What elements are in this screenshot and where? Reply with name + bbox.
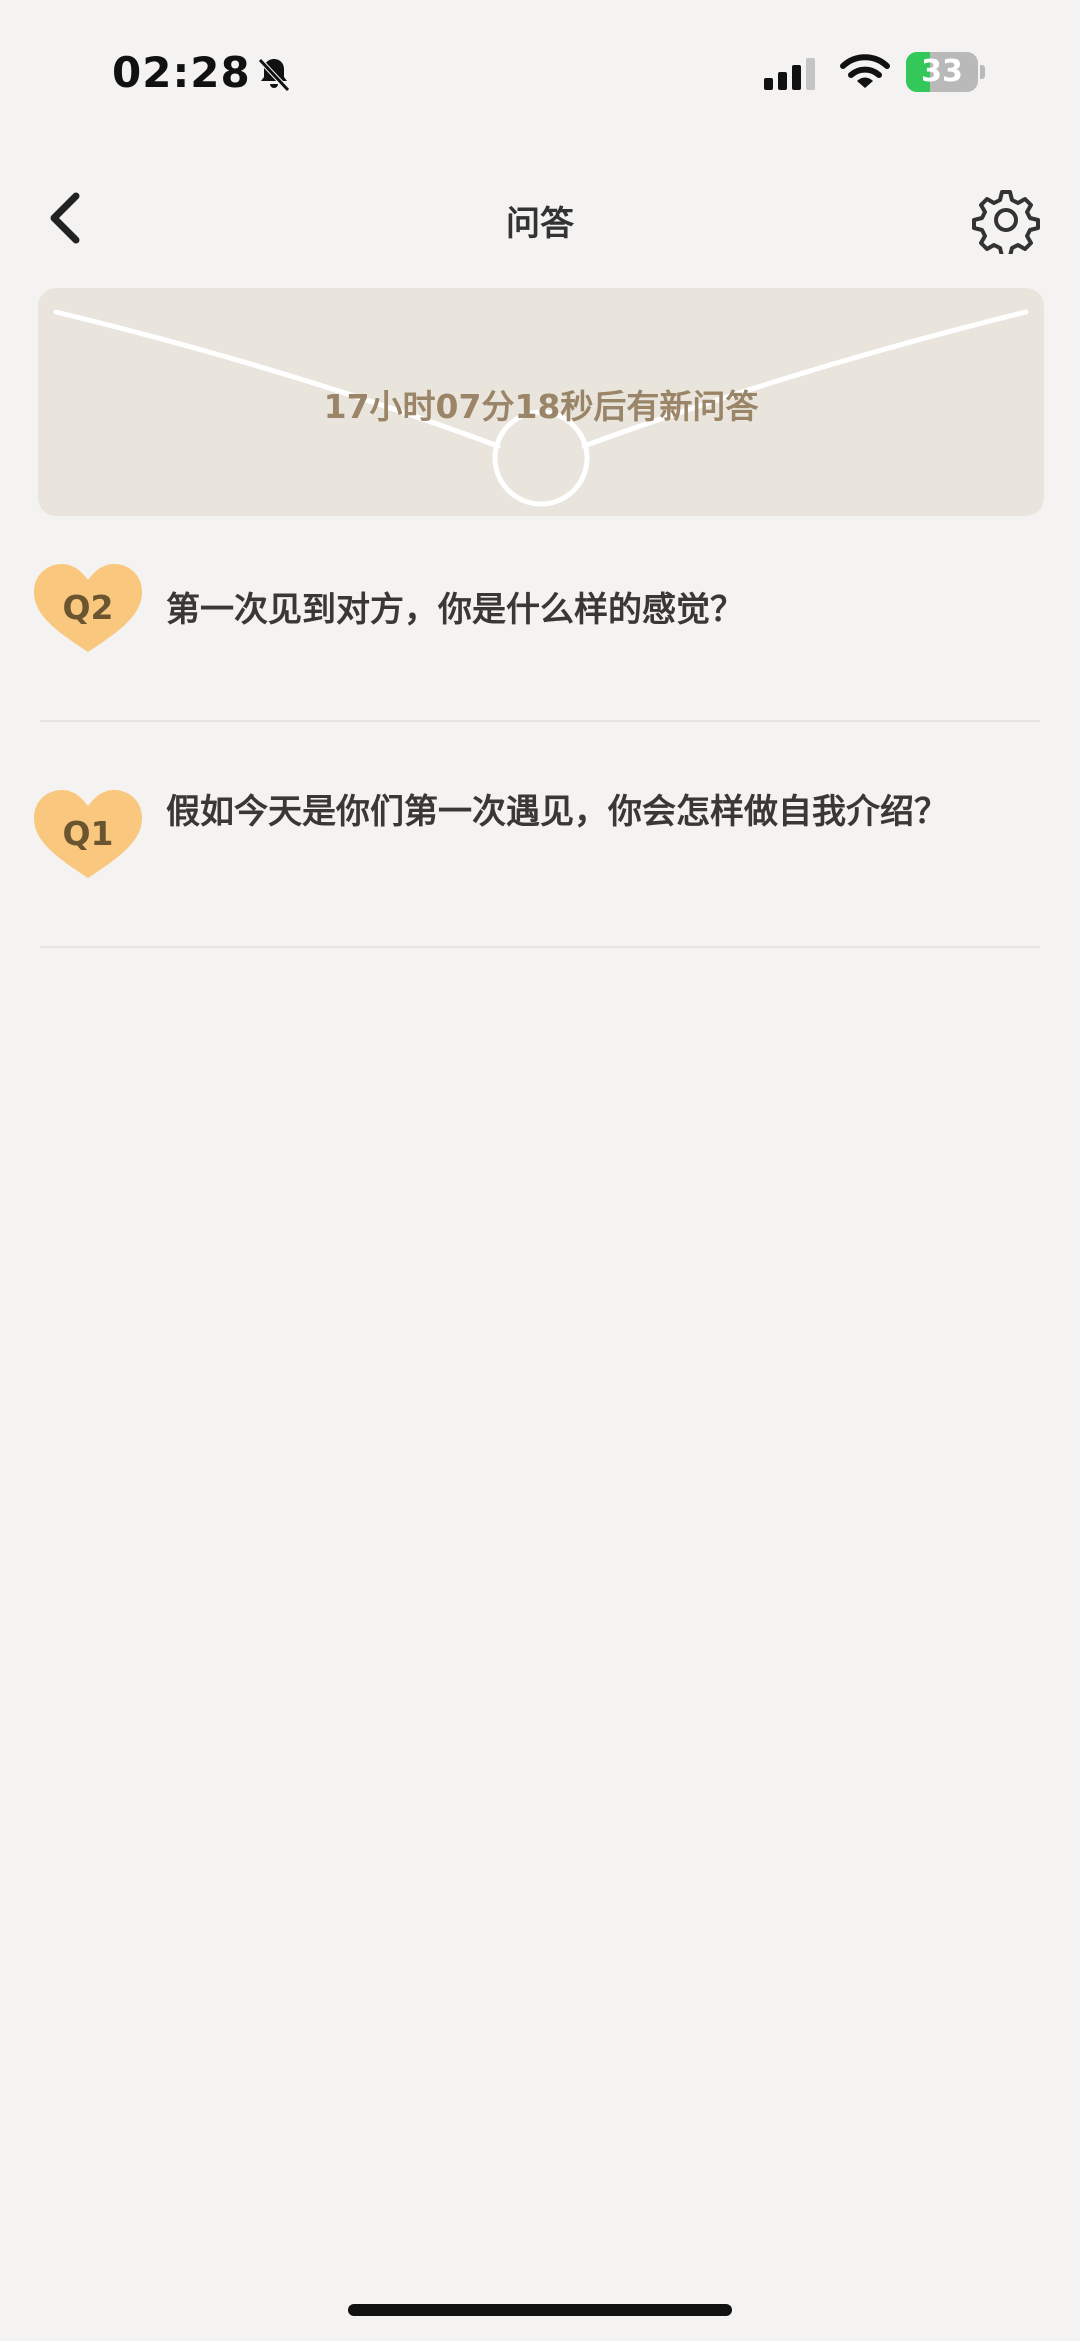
status-bar: 02:28 33 [0, 0, 1080, 150]
battery-icon: 33 [906, 52, 986, 92]
gear-icon[interactable] [972, 186, 1040, 254]
badge-label: Q1 [62, 814, 114, 853]
divider [40, 720, 1040, 722]
list-item[interactable]: Q2 第一次见到对方，你是什么样的感觉？ [0, 560, 1080, 720]
bell-slash-icon [258, 58, 290, 92]
badge-label: Q2 [62, 588, 114, 627]
home-indicator[interactable] [348, 2304, 732, 2316]
signal-icon [764, 58, 815, 90]
question-text: 第一次见到对方，你是什么样的感觉？ [166, 590, 744, 630]
countdown-text: 17小时07分18秒后有新问答 [323, 387, 759, 426]
qa-screen: 02:28 33 问答 17小时07分18秒后有新问答 Q2 第一次见到对方，你… [0, 0, 1080, 2341]
wifi-icon [840, 54, 890, 88]
countdown-banner: 17小时07分18秒后有新问答 [38, 288, 1044, 516]
status-time: 02:28 [112, 48, 251, 97]
list-item[interactable]: Q1 假如今天是你们第一次遇见，你会怎样做自我介绍？ [0, 786, 1080, 946]
question-text: 假如今天是你们第一次遇见，你会怎样做自我介绍？ [166, 792, 948, 832]
question-badge: Q2 [30, 560, 146, 656]
divider [40, 946, 1040, 948]
page-title: 问答 [506, 204, 574, 244]
battery-level: 33 [921, 54, 963, 89]
question-badge: Q1 [30, 786, 146, 882]
